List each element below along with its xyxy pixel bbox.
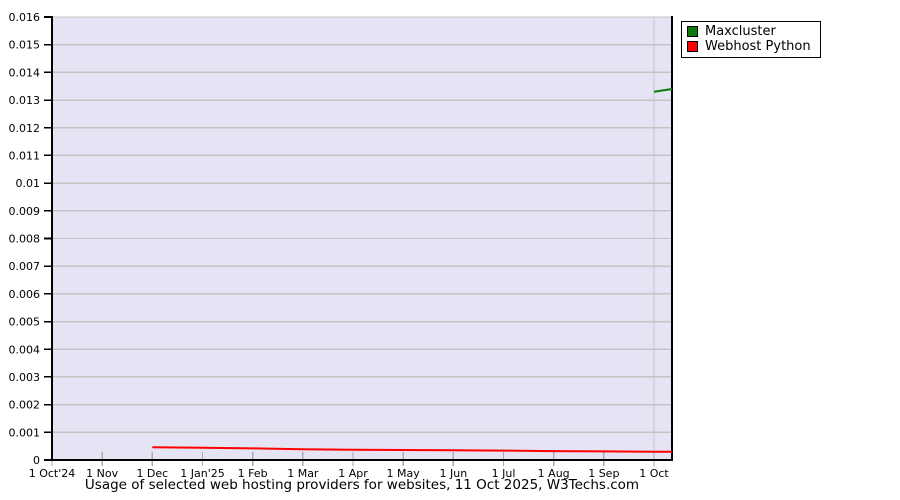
chart-canvas: 0.016 0.015 0.014 0.013 0.012 0.011 0.01 0.009 0… [9,11,673,480]
legend-item-label: Webhost Python [705,39,811,54]
y-tick-label: 0 [33,454,40,467]
y-tick-label: 0.006 [9,288,41,301]
legend-item: Maxcluster [687,24,811,39]
y-tick-label: 0.008 [9,233,41,246]
y-tick-label: 0.012 [9,122,41,135]
legend: Maxcluster Webhost Python [681,21,821,58]
legend-swatch [687,41,698,52]
legend-item-label: Maxcluster [705,24,776,39]
y-tick-label: 0.011 [9,149,41,162]
legend-item: Webhost Python [687,39,811,54]
y-tick-label: 0.002 [9,399,41,412]
y-tick-label: 0.007 [9,260,41,273]
y-tick-label: 0.003 [9,371,41,384]
y-tick-label: 0.005 [9,316,41,329]
y-tick-label: 0.015 [9,39,41,52]
y-tick-label: 0.013 [9,94,41,107]
y-tick-label: 0.016 [9,11,41,24]
y-tick-label: 0.014 [9,66,41,79]
usage-chart: 0.016 0.015 0.014 0.013 0.012 0.011 0.01 0.009 0… [0,0,900,500]
y-tick-label: 0.004 [9,343,41,356]
y-tick-label: 0.001 [9,426,41,439]
chart-title: Usage of selected web hosting providers … [84,477,640,493]
y-tick-label: 0.009 [9,205,41,218]
y-tick-label: 0.01 [16,177,41,190]
legend-swatch [687,26,698,37]
